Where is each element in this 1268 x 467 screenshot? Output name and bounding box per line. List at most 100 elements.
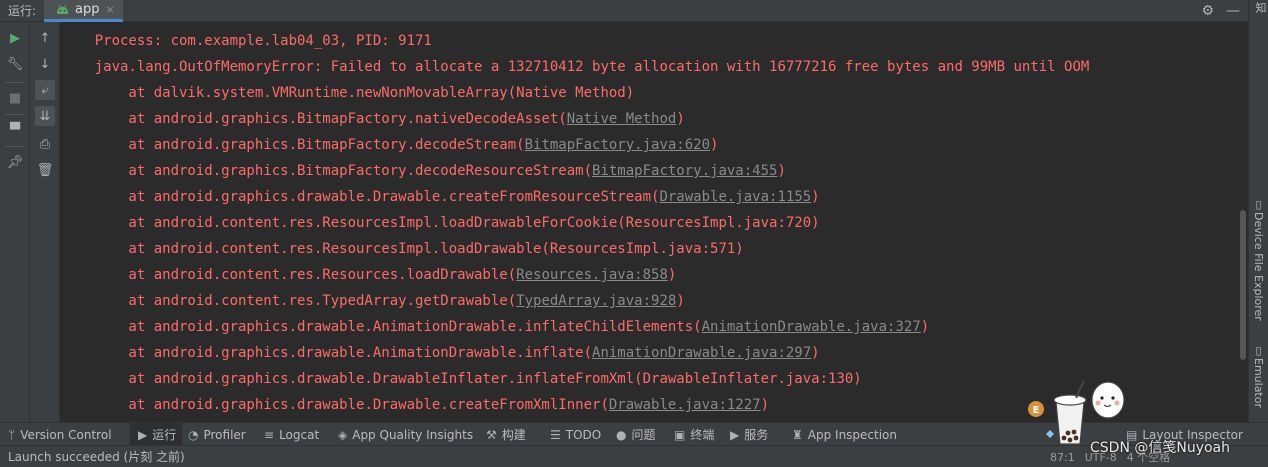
- stacktrace-link[interactable]: Resources.java:858: [516, 267, 668, 283]
- tool-services[interactable]: ▶ 服务: [730, 423, 768, 446]
- console-line-text: at android.graphics.BitmapFactory.native…: [61, 111, 567, 127]
- console-line: at android.graphics.drawable.AnimationDr…: [61, 319, 929, 335]
- layout-icon[interactable]: ▀: [5, 120, 25, 140]
- console-line: at android.graphics.drawable.Drawable.cr…: [61, 189, 819, 205]
- run-icon: ▶: [138, 427, 148, 442]
- tool-version-control[interactable]: ᛘ Version Control: [8, 423, 112, 446]
- stacktrace-link[interactable]: Native Method: [567, 111, 677, 127]
- device-file-explorer-icon: ▯: [1252, 198, 1265, 211]
- trash-icon[interactable]: 🗑︎: [35, 160, 55, 180]
- app-inspection-icon: ♜: [792, 427, 803, 442]
- console-line-suffix: ): [667, 267, 677, 283]
- emulator-tab[interactable]: Emulator: [1252, 358, 1265, 408]
- android-icon: [57, 4, 68, 14]
- soft-wrap-icon[interactable]: ⤶: [35, 80, 55, 100]
- run-icon[interactable]: ▶: [5, 28, 25, 48]
- console-line: at android.graphics.drawable.AnimationDr…: [61, 345, 820, 361]
- build-icon: ⚒: [486, 427, 497, 442]
- stacktrace-link[interactable]: Drawable.java:1227: [609, 397, 761, 413]
- tool-app-inspection[interactable]: ♜ App Inspection: [792, 423, 897, 446]
- stacktrace-link[interactable]: BitmapFactory.java:455: [592, 163, 777, 179]
- console-line-text: at android.content.res.Resources.loadDra…: [61, 267, 517, 283]
- header-actions: ⚙ —: [1201, 0, 1240, 22]
- right-strip-top-label[interactable]: 知: [1252, 2, 1268, 13]
- stacktrace-link[interactable]: AnimationDrawable.java:327: [702, 319, 921, 335]
- console-line: at android.content.res.Resources.loadDra…: [61, 267, 676, 283]
- scroll-to-end-icon[interactable]: ⇊: [35, 106, 55, 126]
- console-line-suffix: ): [777, 163, 786, 179]
- ide-window: 运行: app × ⚙ — 知 ▯ Device File Explorer ▯…: [0, 0, 1268, 467]
- tool-terminal[interactable]: ▣ 终端: [674, 423, 714, 446]
- tool-label: Version Control: [20, 427, 112, 442]
- console-line: at android.content.res.ResourcesImpl.loa…: [61, 215, 820, 231]
- console-line-text: at dalvik.system.VMRuntime.newNonMovable…: [61, 85, 635, 101]
- todo-icon: ☰: [550, 427, 561, 442]
- tool-label: 构建: [501, 428, 526, 442]
- profiler-icon: ◔: [188, 427, 199, 442]
- console-line-text: at android.graphics.drawable.DrawableInf…: [61, 371, 862, 387]
- console-line-suffix: ): [811, 345, 820, 361]
- minimize-icon[interactable]: —: [1226, 3, 1240, 19]
- console-line: at android.content.res.ResourcesImpl.loa…: [61, 241, 743, 257]
- services-icon: ▶: [730, 427, 740, 442]
- tool-app-quality[interactable]: ◈ App Quality Insights: [338, 423, 473, 446]
- console-line-text: Process: com.example.lab04_03, PID: 9171: [61, 33, 432, 49]
- emulator-icon: ▯: [1252, 344, 1265, 357]
- tab-label: app: [75, 1, 100, 17]
- tool-label: TODO: [565, 427, 602, 442]
- pin-icon[interactable]: 📌︎: [5, 152, 25, 172]
- tab-app[interactable]: app ×: [44, 0, 123, 22]
- status-message[interactable]: Launch succeeded (片刻 之前): [0, 448, 185, 465]
- console-line: Process: com.example.lab04_03, PID: 9171: [61, 33, 432, 49]
- tool-build[interactable]: ⚒ 构建: [486, 423, 526, 446]
- tool-run[interactable]: ▶ 运行: [130, 423, 183, 446]
- tool-label: App Quality Insights: [352, 427, 474, 442]
- toolbar-divider: [5, 82, 25, 83]
- console-line: at android.graphics.BitmapFactory.decode…: [61, 137, 718, 153]
- svg-text:E: E: [1033, 405, 1040, 416]
- down-arrow-icon[interactable]: ↓: [35, 54, 55, 74]
- print-icon[interactable]: ⎙: [35, 134, 55, 154]
- up-arrow-icon[interactable]: ↑: [35, 28, 55, 48]
- console-line-text: at android.graphics.drawable.AnimationDr…: [61, 319, 702, 335]
- console-line-text: at android.graphics.BitmapFactory.decode…: [61, 163, 593, 179]
- tool-label: 运行: [152, 428, 177, 442]
- toolbar-divider: [5, 146, 25, 147]
- console-line: at android.content.res.TypedArray.getDra…: [61, 293, 684, 309]
- console-line-text: java.lang.OutOfMemoryError: Failed to al…: [61, 59, 1090, 75]
- tool-label: 服务: [744, 428, 769, 442]
- close-icon[interactable]: ×: [105, 3, 114, 16]
- console-line: java.lang.OutOfMemoryError: Failed to al…: [61, 59, 1090, 75]
- stacktrace-link[interactable]: Drawable.java:1155: [659, 189, 811, 205]
- tool-profiler[interactable]: ◔ Profiler: [188, 423, 246, 446]
- csdn-watermark: CSDN @信笺Nuyoah: [1090, 440, 1231, 456]
- stacktrace-link[interactable]: TypedArray.java:928: [516, 293, 676, 309]
- stacktrace-link[interactable]: BitmapFactory.java:620: [525, 137, 710, 153]
- run-tool-header: 运行: app × ⚙ —: [0, 0, 1248, 22]
- console-line-text: at android.graphics.drawable.Drawable.cr…: [61, 397, 609, 413]
- tool-logcat[interactable]: ≡ Logcat: [264, 423, 319, 446]
- problems-icon: ●: [616, 427, 627, 442]
- logcat-icon: ≡: [264, 427, 275, 442]
- left-toolbar-primary: ▶ 🔧︎ ■ ▀ 📌︎: [0, 22, 30, 422]
- gear-icon[interactable]: ⚙: [1201, 3, 1214, 19]
- console-line: at android.graphics.drawable.Drawable.cr…: [61, 397, 769, 413]
- console-line: at android.graphics.drawable.DrawableInf…: [61, 371, 862, 387]
- wrench-icon[interactable]: 🔧︎: [5, 54, 25, 74]
- version-control-icon: ᛘ: [8, 427, 16, 442]
- run-label: 运行:: [8, 4, 37, 18]
- tool-label: 终端: [690, 428, 715, 442]
- console-line: at dalvik.system.VMRuntime.newNonMovable…: [61, 85, 634, 101]
- console-line-text: at android.content.res.ResourcesImpl.loa…: [61, 215, 820, 231]
- app-quality-icon: ◈: [338, 427, 348, 442]
- tool-problems[interactable]: ● 问题: [616, 423, 656, 446]
- stacktrace-link[interactable]: AnimationDrawable.java:297: [592, 345, 811, 361]
- device-file-explorer-tab[interactable]: Device File Explorer: [1252, 212, 1265, 321]
- console-line: at android.graphics.BitmapFactory.native…: [61, 111, 684, 127]
- vertical-scrollbar[interactable]: [1240, 210, 1246, 360]
- tool-todo[interactable]: ☰ TODO: [550, 423, 601, 446]
- tool-label: 问题: [631, 428, 656, 442]
- console-line-text: at android.graphics.drawable.AnimationDr…: [61, 345, 593, 361]
- stop-icon[interactable]: ■: [5, 88, 25, 108]
- console-output[interactable]: Process: com.example.lab04_03, PID: 9171…: [61, 22, 1248, 422]
